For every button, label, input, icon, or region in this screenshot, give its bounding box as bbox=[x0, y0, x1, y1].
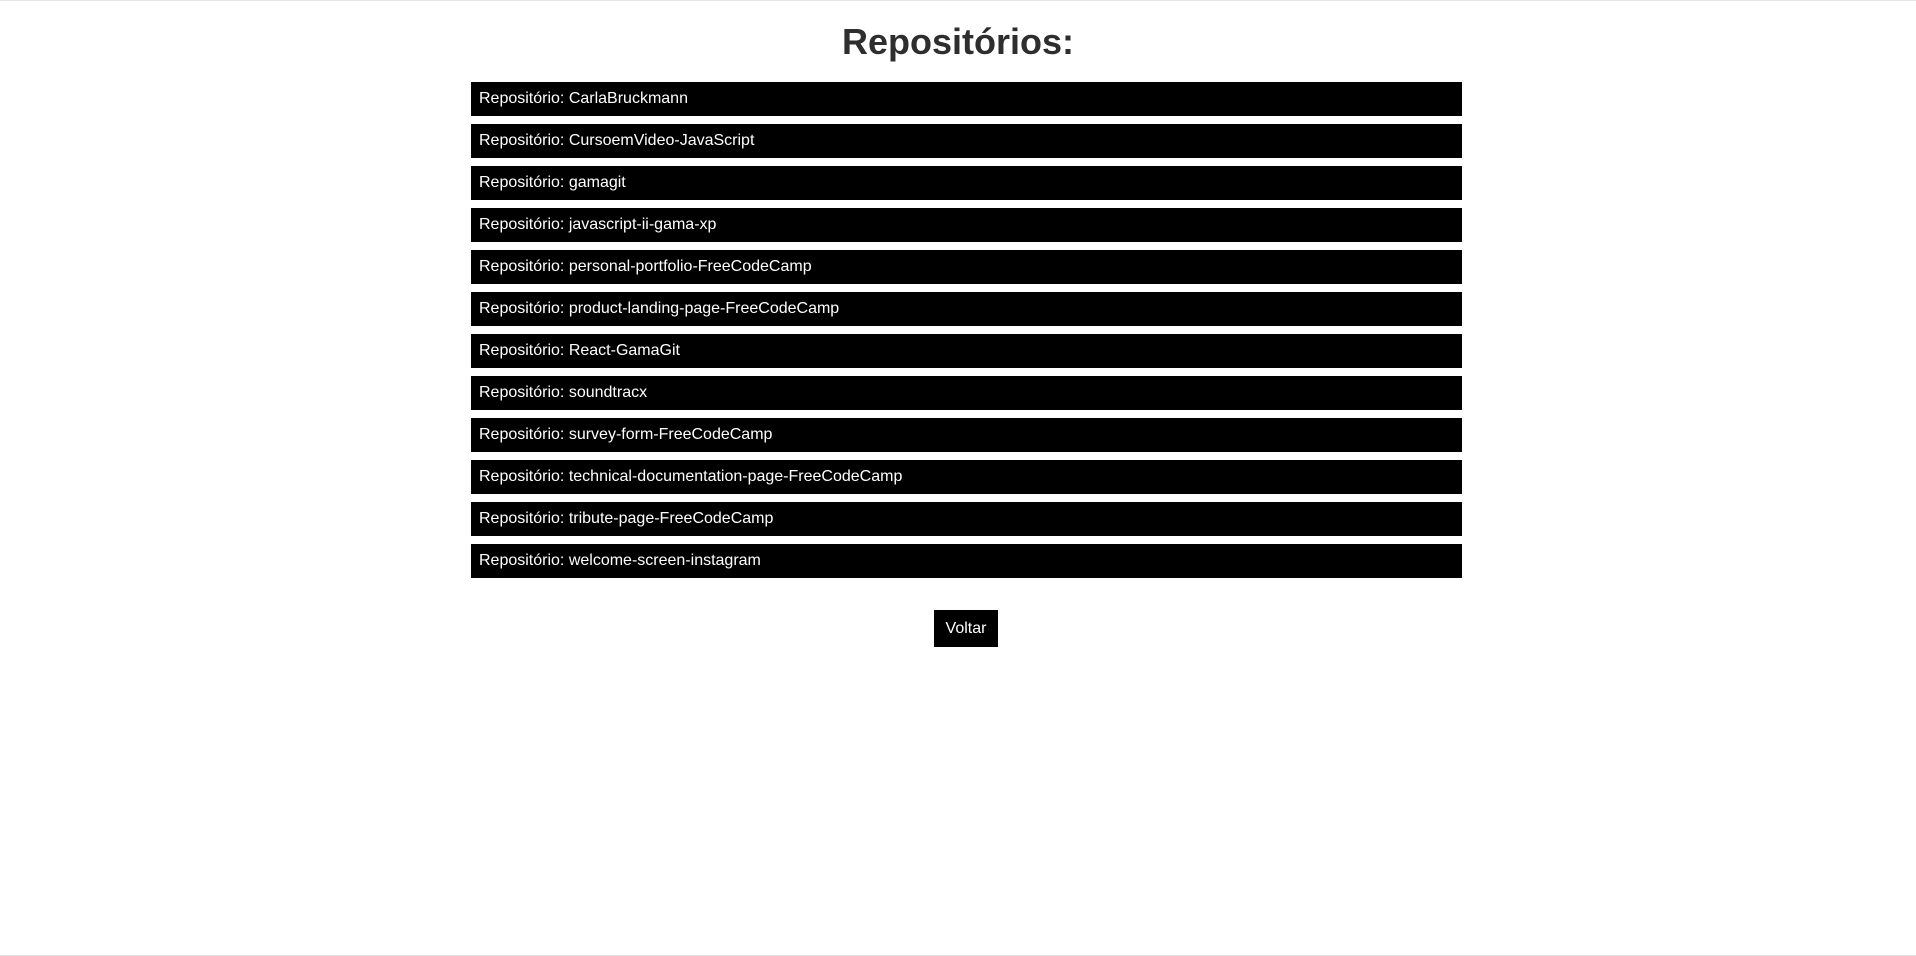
back-button[interactable]: Voltar bbox=[934, 610, 998, 647]
repository-item[interactable]: Repositório: javascript-ii-gama-xp bbox=[471, 208, 1462, 242]
repository-item[interactable]: Repositório: product-landing-page-FreeCo… bbox=[471, 292, 1462, 326]
repository-item[interactable]: Repositório: gamagit bbox=[471, 166, 1462, 200]
repository-item[interactable]: Repositório: React-GamaGit bbox=[471, 334, 1462, 368]
repository-item[interactable]: Repositório: personal-portfolio-FreeCode… bbox=[471, 250, 1462, 284]
repository-item[interactable]: Repositório: welcome-screen-instagram bbox=[471, 544, 1462, 578]
repository-item[interactable]: Repositório: CursoemVideo-JavaScript bbox=[471, 124, 1462, 158]
repository-list: Repositório: CarlaBruckmann Repositório: … bbox=[471, 82, 1462, 586]
page-frame: Repositórios: Repositório: CarlaBruckman… bbox=[0, 0, 1916, 956]
repository-item[interactable]: Repositório: soundtracx bbox=[471, 376, 1462, 410]
repository-item[interactable]: Repositório: CarlaBruckmann bbox=[471, 82, 1462, 116]
repository-item[interactable]: Repositório: technical-documentation-pag… bbox=[471, 460, 1462, 494]
page-title: Repositórios: bbox=[841, 21, 1074, 62]
repository-item[interactable]: Repositório: survey-form-FreeCodeCamp bbox=[471, 418, 1462, 452]
repository-item[interactable]: Repositório: tribute-page-FreeCodeCamp bbox=[471, 502, 1462, 536]
